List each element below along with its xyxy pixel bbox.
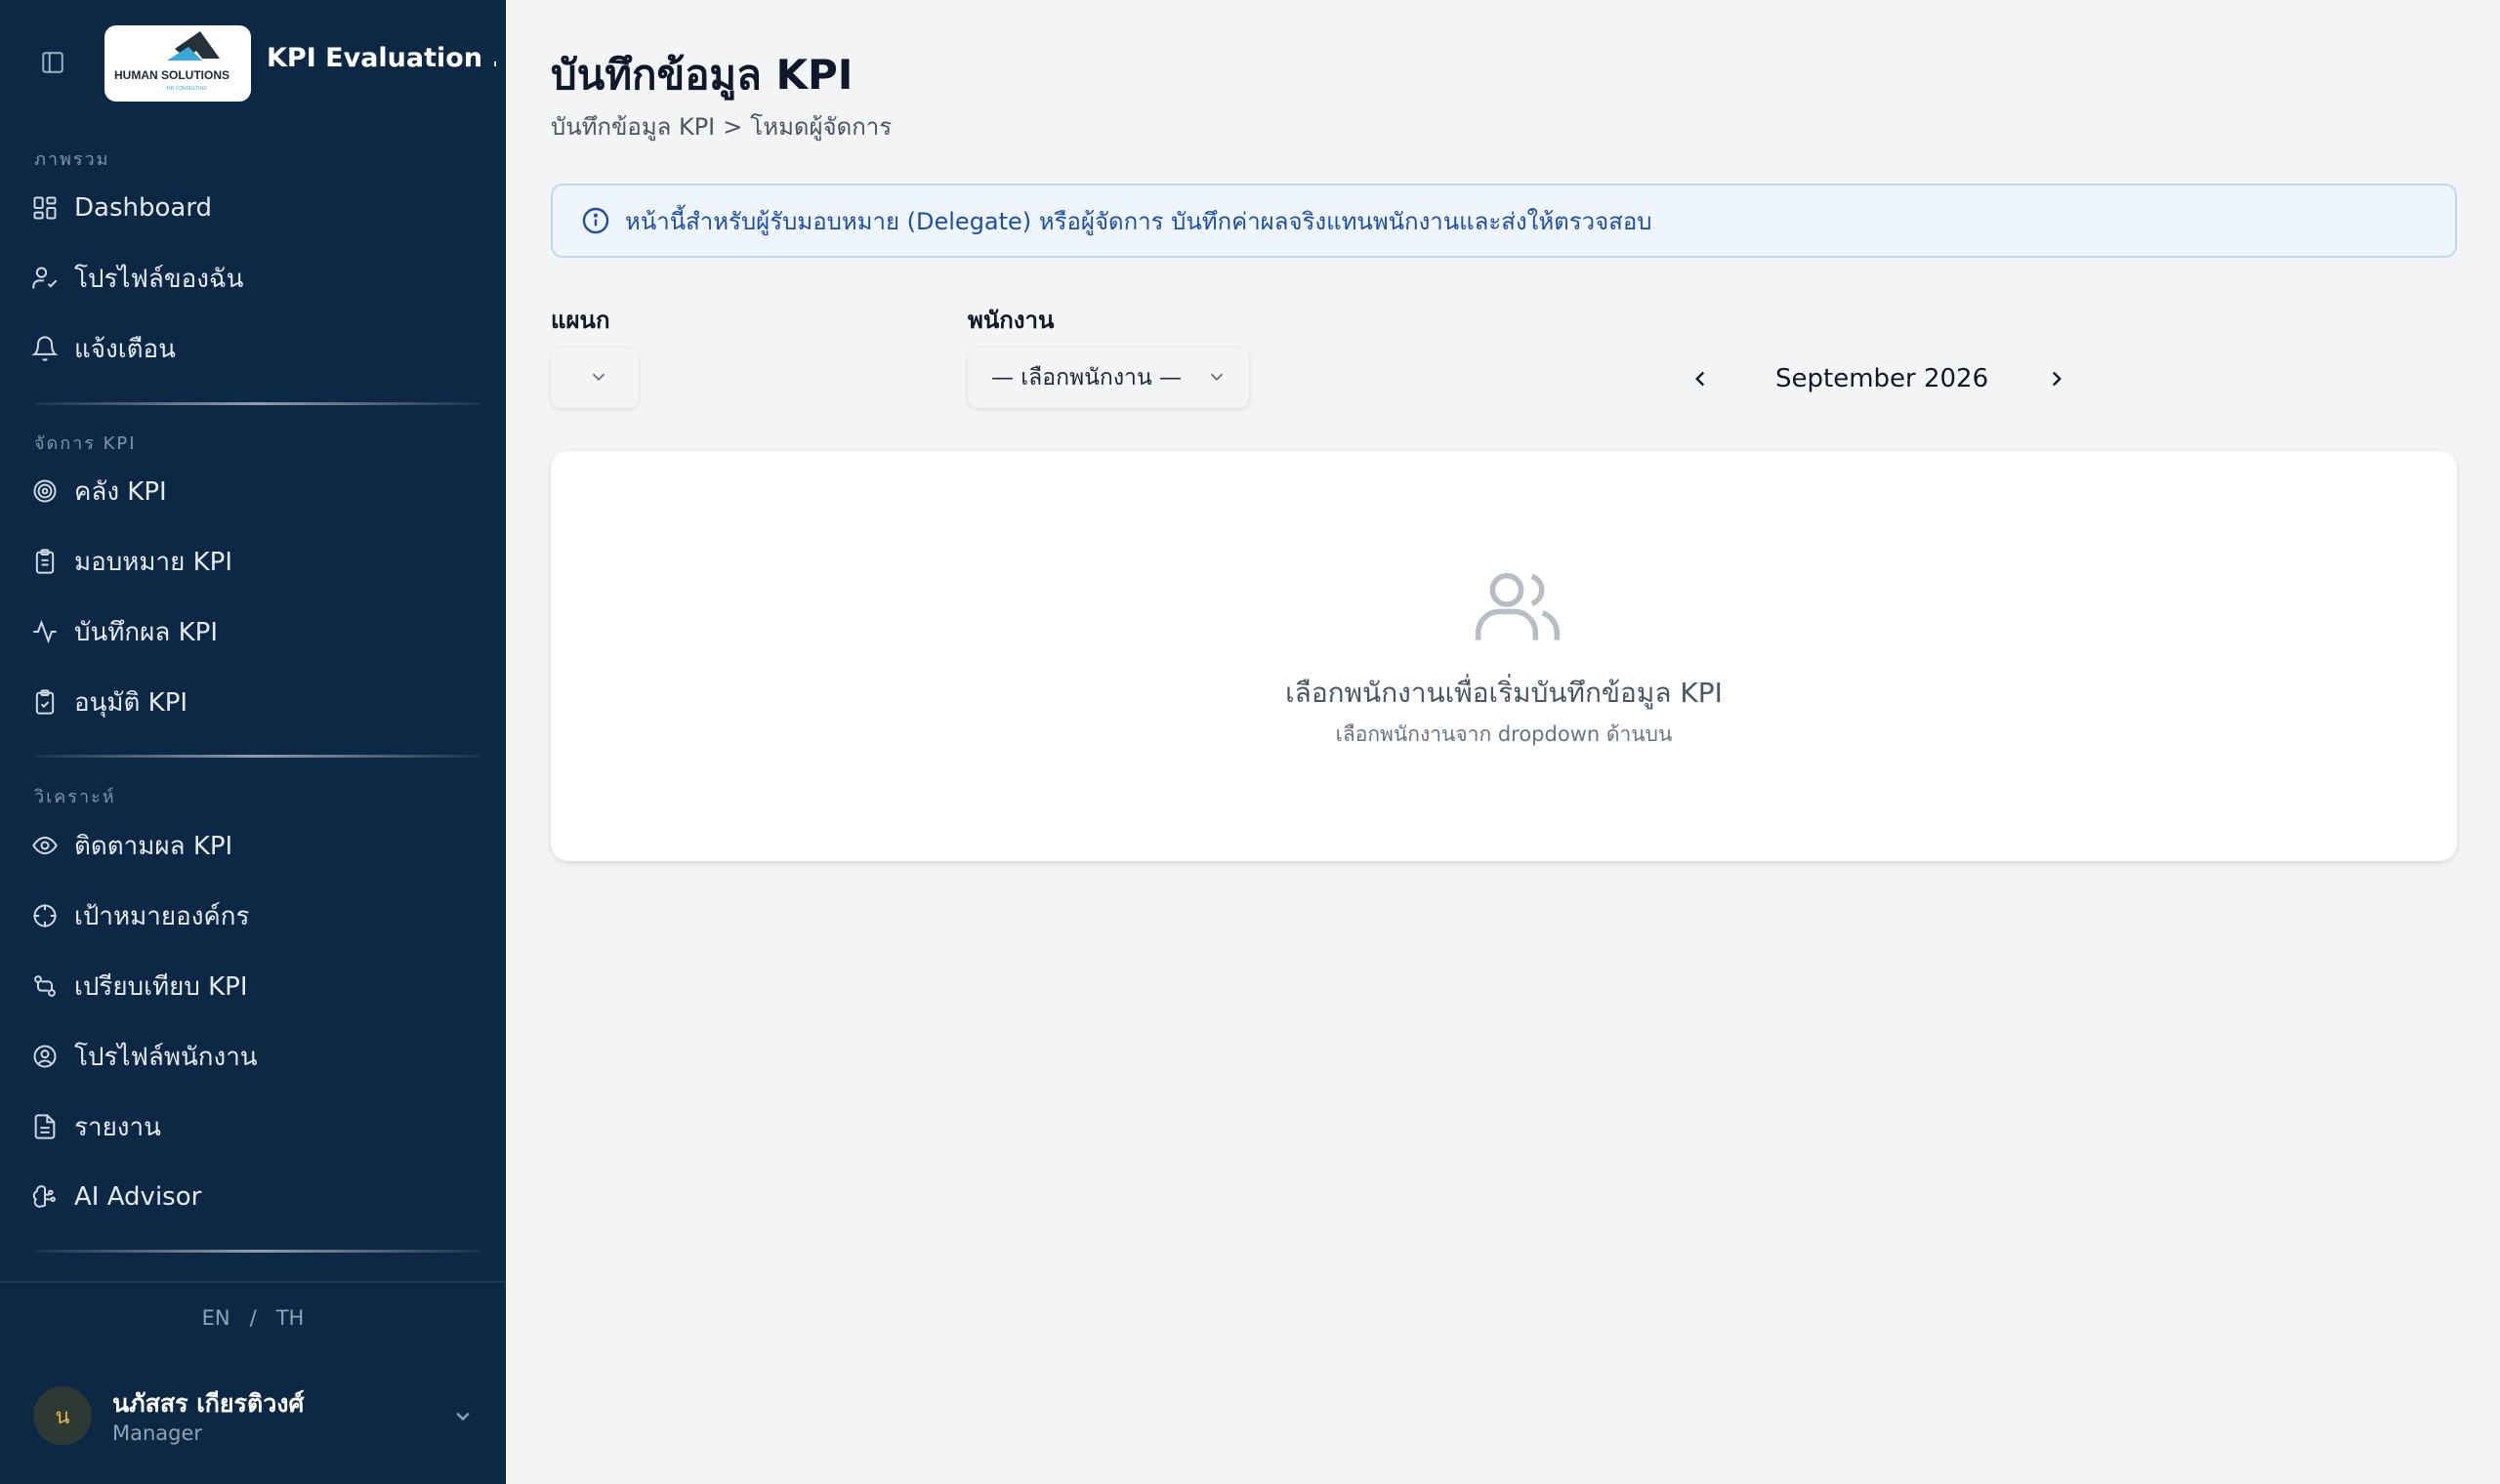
clipboard-check-icon bbox=[27, 684, 62, 720]
bell-icon bbox=[27, 331, 62, 366]
page-title: บันทึกข้อมูล KPI bbox=[551, 51, 854, 99]
employee-select-value: — เลือกพนักงาน — bbox=[991, 365, 1182, 391]
logo-subtext: HR CONSULTING bbox=[167, 86, 207, 92]
sidebar-item-label: เป้าหมายองค์กร bbox=[74, 901, 250, 931]
breadcrumb: บันทึกข้อมูล KPI > โหมดผู้จัดการ bbox=[551, 107, 892, 145]
empty-state-subtitle: เลือกพนักงานจาก dropdown ด้านบน bbox=[1335, 722, 1673, 746]
user-menu[interactable]: น นภัสสร เกียรติวงศ์ Manager bbox=[33, 1384, 482, 1449]
sidebar-toggle-icon[interactable] bbox=[35, 45, 70, 80]
sidebar-item-my-profile[interactable]: โปรไฟล์ของฉัน bbox=[23, 251, 482, 306]
sidebar-item-label: แจ้งเตือน bbox=[74, 334, 176, 364]
sidebar-footer-border bbox=[0, 1281, 506, 1283]
dashboard-grid-icon bbox=[27, 190, 62, 226]
sidebar-divider bbox=[35, 1250, 480, 1253]
sidebar-item-label: คลัง KPI bbox=[74, 476, 167, 507]
sidebar-item-kpi-library[interactable]: คลัง KPI bbox=[23, 464, 482, 518]
brain-icon bbox=[27, 1179, 62, 1215]
app-title: KPI Evaluation ... bbox=[267, 43, 496, 73]
eye-icon bbox=[27, 828, 62, 863]
section-label-analysis: วิเคราะห์ bbox=[34, 787, 116, 807]
language-switcher: EN / TH bbox=[0, 1306, 506, 1330]
sidebar-item-label: บันทึกผล KPI bbox=[74, 617, 218, 647]
sidebar-item-org-goals[interactable]: เป้าหมายองค์กร bbox=[23, 888, 482, 943]
chevron-down-icon bbox=[588, 366, 609, 392]
info-banner: หน้านี้สำหรับผู้รับมอบหมาย (Delegate) หร… bbox=[551, 184, 2457, 258]
sidebar-item-assign-kpi[interactable]: มอบหมาย KPI bbox=[23, 534, 482, 589]
employee-select[interactable]: — เลือกพนักงาน — bbox=[968, 348, 1249, 408]
avatar: น bbox=[33, 1386, 92, 1445]
section-label-overview: ภาพรวม bbox=[34, 149, 110, 170]
empty-state-card: เลือกพนักงานเพื่อเริ่มบันทึกข้อมูล KPI เ… bbox=[551, 451, 2457, 861]
sidebar-item-dashboard[interactable]: Dashboard bbox=[23, 181, 482, 235]
lang-th-button[interactable]: TH bbox=[276, 1306, 305, 1330]
sidebar-item-approve-kpi[interactable]: อนุมัติ KPI bbox=[23, 675, 482, 729]
sidebar-item-record-kpi[interactable]: บันทึกผล KPI bbox=[23, 604, 482, 659]
sidebar-item-label: AI Advisor bbox=[74, 1182, 202, 1212]
chevron-down-icon[interactable] bbox=[449, 1402, 477, 1429]
lang-en-button[interactable]: EN bbox=[202, 1306, 230, 1330]
breadcrumb-separator: > bbox=[723, 113, 743, 141]
main-content: บันทึกข้อมูล KPI บันทึกข้อมูล KPI > โหมดผู… bbox=[506, 0, 2500, 1484]
logo-text: HUMAN SOLUTIONS bbox=[114, 68, 229, 82]
user-check-icon bbox=[27, 261, 62, 296]
lang-separator: / bbox=[249, 1306, 257, 1330]
department-select[interactable] bbox=[551, 348, 639, 408]
user-role: Manager bbox=[112, 1422, 203, 1445]
target-icon bbox=[27, 474, 62, 509]
empty-state-title: เลือกพนักงานเพื่อเริ่มบันทึกข้อมูล KPI bbox=[1285, 677, 1723, 709]
sidebar-item-label: รายงาน bbox=[74, 1112, 161, 1142]
clipboard-list-icon bbox=[27, 544, 62, 579]
sidebar-divider bbox=[35, 402, 480, 405]
sidebar-item-employee-profile[interactable]: โปรไฟล์พนักงาน bbox=[23, 1029, 482, 1084]
document-icon bbox=[27, 1109, 62, 1144]
breadcrumb-current: โหมดผู้จัดการ bbox=[750, 113, 893, 141]
sidebar-item-notifications[interactable]: แจ้งเตือน bbox=[23, 321, 482, 376]
sidebar-divider bbox=[35, 755, 480, 758]
sidebar-item-label: Dashboard bbox=[74, 193, 213, 223]
chevron-left-icon bbox=[1695, 371, 1705, 387]
current-month: September 2026 bbox=[1775, 364, 1989, 393]
employee-label: พนักงาน bbox=[968, 307, 1055, 334]
user-name: นภัสสร เกียรติวงศ์ bbox=[112, 1389, 305, 1418]
crosshair-icon bbox=[27, 898, 62, 933]
sidebar-item-ai-advisor[interactable]: AI Advisor bbox=[23, 1170, 482, 1224]
compare-arrows-icon bbox=[27, 969, 62, 1004]
section-label-manage-kpi: จัดการ KPI bbox=[34, 433, 137, 454]
previous-month-button[interactable] bbox=[1681, 359, 1720, 398]
sidebar-item-label: โปรไฟล์พนักงาน bbox=[74, 1042, 258, 1072]
user-circle-icon bbox=[27, 1039, 62, 1074]
breadcrumb-parent[interactable]: บันทึกข้อมูล KPI bbox=[551, 113, 715, 141]
sidebar-item-compare-kpi[interactable]: เปรียบเทียบ KPI bbox=[23, 959, 482, 1013]
sidebar-item-label: มอบหมาย KPI bbox=[74, 547, 233, 577]
department-label: แผนก bbox=[551, 307, 610, 334]
chevron-down-icon bbox=[1206, 366, 1228, 392]
info-banner-text: หน้านี้สำหรับผู้รับมอบหมาย (Delegate) หร… bbox=[625, 207, 1652, 235]
sidebar: HUMAN SOLUTIONS HR CONSULTING KPI Evalua… bbox=[0, 0, 506, 1484]
next-month-button[interactable] bbox=[2037, 359, 2076, 398]
chevron-right-icon bbox=[2052, 371, 2062, 387]
activity-pulse-icon bbox=[27, 614, 62, 649]
sidebar-item-label: เปรียบเทียบ KPI bbox=[74, 971, 248, 1002]
sidebar-item-track-kpi[interactable]: ติดตามผล KPI bbox=[23, 818, 482, 873]
sidebar-item-reports[interactable]: รายงาน bbox=[23, 1099, 482, 1154]
company-logo: HUMAN SOLUTIONS HR CONSULTING bbox=[104, 25, 251, 102]
sidebar-header: HUMAN SOLUTIONS HR CONSULTING KPI Evalua… bbox=[0, 0, 506, 127]
sidebar-item-label: โปรไฟล์ของฉัน bbox=[74, 264, 244, 294]
sidebar-item-label: อนุมัติ KPI bbox=[74, 687, 188, 718]
sidebar-item-label: ติดตามผล KPI bbox=[74, 831, 233, 861]
info-icon bbox=[580, 205, 611, 236]
users-icon bbox=[1475, 564, 1561, 644]
